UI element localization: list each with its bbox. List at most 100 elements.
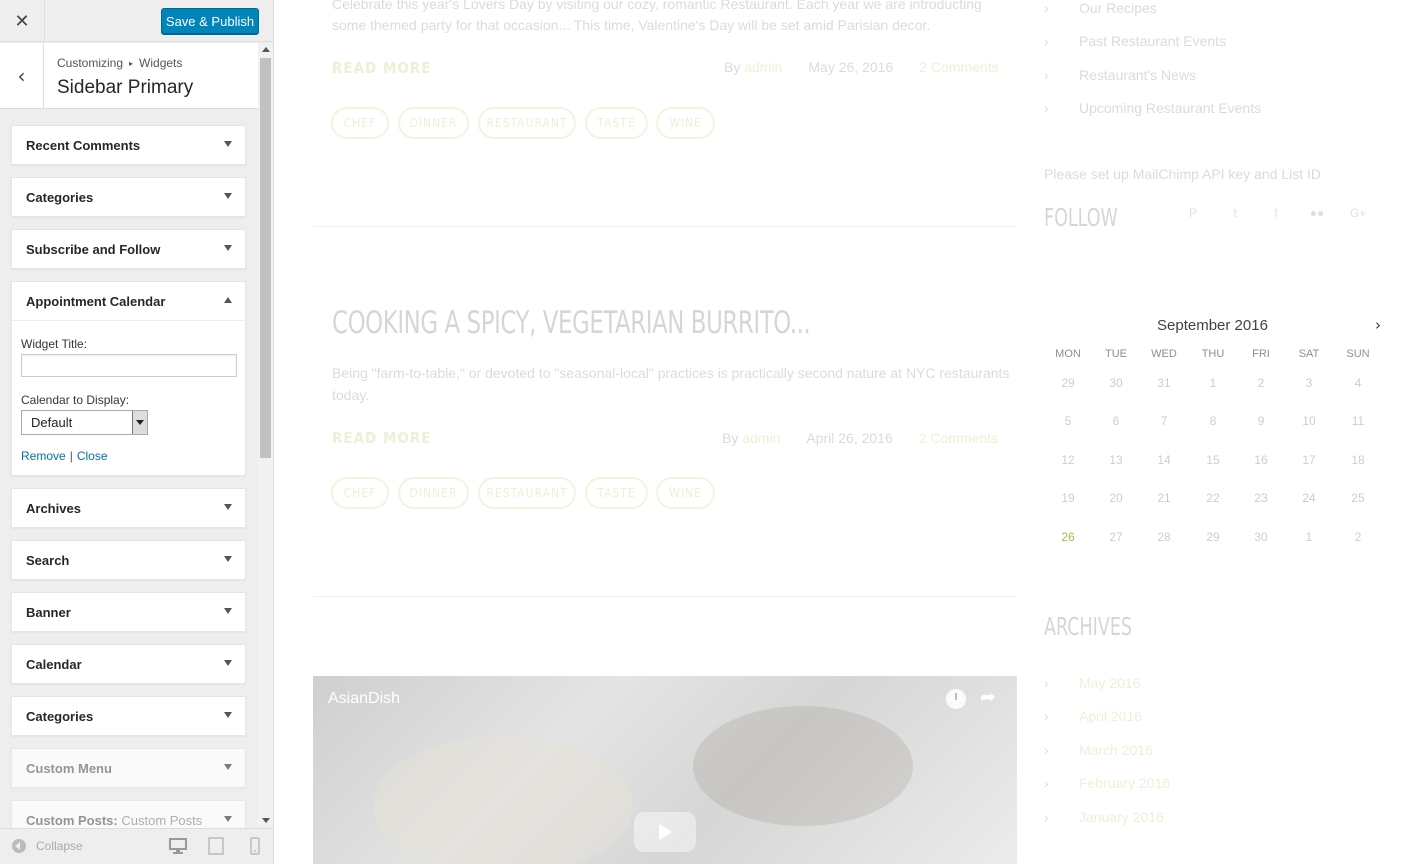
calendar-day[interactable]: 29: [1044, 376, 1092, 390]
calendar-day[interactable]: 1: [1189, 376, 1237, 390]
widget-banner[interactable]: Banner: [11, 592, 246, 632]
calendar-day[interactable]: 22: [1189, 491, 1237, 505]
archive-link[interactable]: › May 2016: [1044, 675, 1140, 691]
video-embed[interactable]: AsianDish ➦: [313, 676, 1017, 864]
close-link[interactable]: Close: [77, 449, 108, 463]
expand-arrow-icon[interactable]: [224, 141, 232, 147]
tag-chef[interactable]: CHEF: [331, 107, 389, 139]
scroll-down-icon[interactable]: [262, 818, 270, 823]
calendar-day[interactable]: 6: [1092, 414, 1140, 428]
calendar-day[interactable]: 8: [1189, 414, 1237, 428]
author-link[interactable]: admin: [744, 59, 782, 75]
calendar-select[interactable]: Default: [21, 410, 148, 435]
calendar-day[interactable]: 5: [1044, 414, 1092, 428]
tag-restaurant[interactable]: RESTAURANT: [478, 477, 576, 509]
scrollbar-thumb[interactable]: [260, 58, 271, 458]
calendar-day[interactable]: 2: [1334, 530, 1382, 544]
tag-wine[interactable]: WINE: [656, 477, 715, 509]
twitter-icon[interactable]: t: [1228, 206, 1242, 220]
tag-taste[interactable]: TASTE: [585, 477, 648, 509]
tag-restaurant[interactable]: RESTAURANT: [478, 107, 576, 139]
calendar-day[interactable]: 28: [1140, 530, 1188, 544]
calendar-day[interactable]: 12: [1044, 453, 1092, 467]
category-link[interactable]: › Our Recipes: [1044, 0, 1157, 16]
calendar-day[interactable]: 20: [1092, 491, 1140, 505]
calendar-day[interactable]: 2: [1237, 376, 1285, 390]
widget-categories[interactable]: Categories: [11, 177, 246, 217]
widget-calendar[interactable]: Calendar: [11, 644, 246, 684]
widget-categories-2[interactable]: Categories: [11, 696, 246, 736]
collapse-button[interactable]: Collapse: [12, 839, 83, 853]
comments-link[interactable]: 2 Comments: [919, 59, 998, 75]
comments-link[interactable]: 2 Comments: [919, 430, 998, 446]
google-plus-icon[interactable]: G+: [1349, 206, 1367, 220]
widget-recent-comments[interactable]: Recent Comments: [11, 125, 246, 165]
expand-arrow-icon[interactable]: [224, 660, 232, 666]
watch-later-icon[interactable]: [946, 689, 966, 709]
widget-archives[interactable]: Archives: [11, 488, 246, 528]
tag-taste[interactable]: TASTE: [585, 107, 648, 139]
calendar-day[interactable]: 26: [1044, 530, 1092, 544]
tag-chef[interactable]: CHEF: [331, 477, 389, 509]
widget-appointment-calendar[interactable]: Appointment Calendar Widget Title: Calen…: [11, 281, 246, 476]
expand-arrow-icon[interactable]: [224, 764, 232, 770]
category-link[interactable]: › Restaurant's News: [1044, 67, 1196, 83]
calendar-day[interactable]: 11: [1334, 414, 1382, 428]
author-link[interactable]: admin: [742, 430, 780, 446]
calendar-day[interactable]: 21: [1140, 491, 1188, 505]
calendar-day[interactable]: 15: [1189, 453, 1237, 467]
video-title[interactable]: AsianDish: [328, 690, 400, 708]
calendar-day[interactable]: 4: [1334, 376, 1382, 390]
tag-wine[interactable]: WINE: [656, 107, 715, 139]
calendar-day[interactable]: 9: [1237, 414, 1285, 428]
expand-arrow-icon[interactable]: [224, 608, 232, 614]
post-title[interactable]: COOKING A SPICY, VEGETARIAN BURRITO...: [332, 305, 811, 341]
play-icon[interactable]: [634, 812, 696, 852]
calendar-day[interactable]: 25: [1334, 491, 1382, 505]
expand-arrow-icon[interactable]: [224, 712, 232, 718]
calendar-day[interactable]: 30: [1237, 530, 1285, 544]
close-icon[interactable]: ✕: [0, 0, 45, 42]
read-more-link[interactable]: READ MORE: [332, 59, 431, 77]
dropdown-arrow-icon[interactable]: [132, 411, 147, 434]
calendar-day[interactable]: 30: [1092, 376, 1140, 390]
tag-dinner[interactable]: DINNER: [398, 477, 469, 509]
scroll-up-icon[interactable]: [262, 47, 270, 52]
archive-link[interactable]: › April 2016: [1044, 708, 1142, 724]
facebook-icon[interactable]: f: [1269, 206, 1283, 220]
read-more-link[interactable]: READ MORE: [332, 429, 431, 447]
collapse-arrow-icon[interactable]: [224, 297, 232, 303]
calendar-day[interactable]: 13: [1092, 453, 1140, 467]
widget-subscribe-follow[interactable]: Subscribe and Follow: [11, 229, 246, 269]
calendar-day[interactable]: 23: [1237, 491, 1285, 505]
calendar-day[interactable]: 24: [1285, 491, 1333, 505]
calendar-day[interactable]: 7: [1140, 414, 1188, 428]
mobile-preview-icon[interactable]: [246, 837, 264, 855]
calendar-day[interactable]: 31: [1140, 376, 1188, 390]
expand-arrow-icon[interactable]: [224, 556, 232, 562]
widget-custom-posts[interactable]: Custom Posts: Custom Posts: [11, 800, 246, 828]
flickr-icon[interactable]: ●●: [1308, 206, 1326, 220]
expand-arrow-icon[interactable]: [224, 193, 232, 199]
share-icon[interactable]: ➦: [980, 686, 996, 708]
expand-arrow-icon[interactable]: [224, 245, 232, 251]
expand-arrow-icon[interactable]: [224, 504, 232, 510]
calendar-day[interactable]: 3: [1285, 376, 1333, 390]
chevron-right-icon[interactable]: ›: [1375, 316, 1381, 334]
calendar-day[interactable]: 19: [1044, 491, 1092, 505]
desktop-preview-icon[interactable]: [169, 837, 187, 855]
calendar-day[interactable]: 17: [1285, 453, 1333, 467]
category-link[interactable]: › Upcoming Restaurant Events: [1044, 100, 1261, 116]
archive-link[interactable]: › March 2016: [1044, 742, 1153, 758]
remove-link[interactable]: Remove: [21, 449, 66, 463]
save-publish-button[interactable]: Save & Publish: [161, 8, 259, 34]
expand-arrow-icon[interactable]: [224, 816, 232, 822]
tag-dinner[interactable]: DINNER: [398, 107, 469, 139]
calendar-day[interactable]: 1: [1285, 530, 1333, 544]
calendar-day[interactable]: 18: [1334, 453, 1382, 467]
calendar-day[interactable]: 27: [1092, 530, 1140, 544]
archive-link[interactable]: › January 2016: [1044, 809, 1164, 825]
widget-search[interactable]: Search: [11, 540, 246, 580]
calendar-day[interactable]: 29: [1189, 530, 1237, 544]
archive-link[interactable]: › February 2016: [1044, 775, 1170, 791]
